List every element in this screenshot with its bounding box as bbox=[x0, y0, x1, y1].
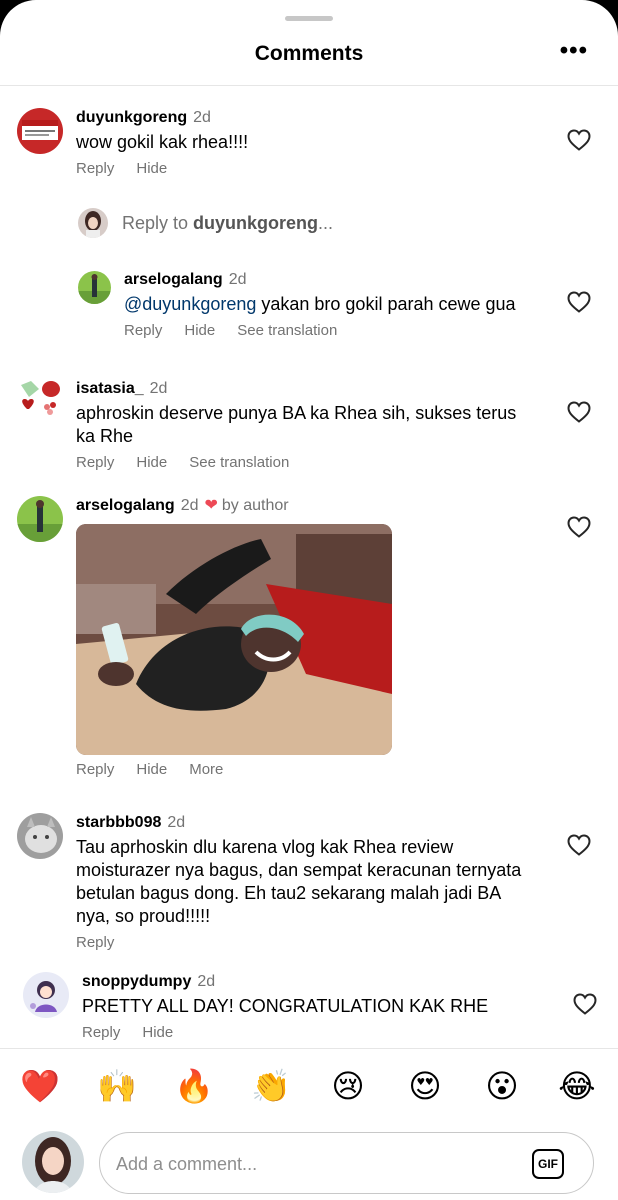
reply-button[interactable]: Reply bbox=[82, 1024, 120, 1041]
mention-link[interactable]: @duyunkgoreng bbox=[124, 294, 256, 314]
clapping-hands-emoji[interactable]: 👏 bbox=[251, 1066, 291, 1106]
timestamp: 2d bbox=[180, 497, 199, 514]
heart-icon[interactable] bbox=[567, 129, 591, 151]
username[interactable]: snoppydumpy bbox=[82, 973, 191, 990]
hide-button[interactable]: Hide bbox=[136, 454, 167, 471]
username[interactable]: arselogalang bbox=[124, 271, 223, 288]
reply-button[interactable]: Reply bbox=[76, 934, 114, 951]
header-divider bbox=[0, 85, 618, 86]
crying-face-emoji[interactable]: 😢 bbox=[328, 1066, 368, 1106]
drag-handle[interactable] bbox=[285, 16, 333, 21]
timestamp: 2d bbox=[193, 109, 211, 126]
hide-button[interactable]: Hide bbox=[184, 322, 215, 339]
comment-text: wow gokil kak rhea!!!! bbox=[76, 132, 249, 152]
heart-icon[interactable] bbox=[567, 401, 591, 423]
more-button[interactable]: More bbox=[189, 761, 223, 778]
avatar[interactable] bbox=[22, 1131, 84, 1193]
gif-button[interactable]: GIF bbox=[532, 1149, 564, 1179]
reply-prefix: Reply to bbox=[122, 213, 194, 233]
comment-photo[interactable] bbox=[76, 524, 392, 755]
reply-button[interactable]: Reply bbox=[76, 160, 114, 177]
username[interactable]: arselogalang bbox=[76, 497, 175, 514]
page-title: Comments bbox=[254, 42, 364, 65]
emoji-reaction-bar: ❤️ 🙌 🔥 👏 😢 😍 😮 😂 bbox=[0, 1066, 618, 1110]
timestamp: 2d bbox=[149, 380, 168, 397]
heart-icon[interactable] bbox=[567, 834, 591, 856]
avatar[interactable] bbox=[17, 496, 63, 542]
comment-composer: GIF bbox=[99, 1132, 594, 1194]
hide-button[interactable]: Hide bbox=[142, 1024, 173, 1041]
reply-target: duyunkgoreng bbox=[193, 213, 319, 233]
footer-divider bbox=[0, 1048, 618, 1049]
heart-icon[interactable] bbox=[573, 993, 597, 1015]
more-options-icon[interactable]: ••• bbox=[560, 39, 588, 63]
avatar[interactable] bbox=[23, 972, 69, 1018]
avatar[interactable] bbox=[17, 813, 63, 859]
reply-button[interactable]: Reply bbox=[124, 322, 162, 339]
liked-by-author-heart-icon: ❤ bbox=[204, 497, 218, 514]
avatar bbox=[78, 208, 108, 238]
reply-suffix: ... bbox=[318, 213, 334, 233]
by-author-badge: by author bbox=[221, 497, 289, 514]
surprised-face-emoji[interactable]: 😮 bbox=[482, 1066, 522, 1106]
username[interactable]: duyunkgoreng bbox=[76, 109, 187, 126]
tears-of-joy-emoji[interactable]: 😂 bbox=[557, 1066, 597, 1106]
hide-button[interactable]: Hide bbox=[136, 761, 167, 778]
reply-button[interactable]: Reply bbox=[76, 454, 114, 471]
heart-icon[interactable] bbox=[567, 516, 591, 538]
comment-text: aphroskin deserve punya BA ka Rhea sih, … bbox=[76, 403, 517, 446]
timestamp: 2d bbox=[228, 271, 247, 288]
hide-button[interactable]: Hide bbox=[136, 160, 167, 177]
fire-emoji[interactable]: 🔥 bbox=[174, 1066, 214, 1106]
comments-sheet: Comments ••• duyunkgoreng 2d wow gokil ka… bbox=[0, 0, 618, 1200]
avatar[interactable] bbox=[17, 108, 63, 154]
heart-icon[interactable] bbox=[567, 291, 591, 313]
comment-text: Tau aprhoskin dlu karena vlog kak Rhea r… bbox=[76, 837, 522, 926]
comment-text: yakan bro gokil parah cewe gua bbox=[256, 294, 516, 314]
reply-button[interactable]: Reply bbox=[76, 761, 114, 778]
raising-hands-emoji[interactable]: 🙌 bbox=[97, 1066, 137, 1106]
username[interactable]: isatasia_ bbox=[76, 380, 144, 397]
see-translation-button[interactable]: See translation bbox=[189, 454, 289, 471]
username[interactable]: starbbb098 bbox=[76, 814, 161, 831]
red-heart-emoji[interactable]: ❤️ bbox=[20, 1066, 60, 1106]
timestamp: 2d bbox=[197, 973, 216, 990]
comment-text: PRETTY ALL DAY! CONGRATULATION KAK RHE bbox=[82, 996, 489, 1016]
add-comment-input[interactable] bbox=[116, 1149, 516, 1179]
see-translation-button[interactable]: See translation bbox=[237, 322, 337, 339]
timestamp: 2d bbox=[167, 814, 186, 831]
avatar[interactable] bbox=[17, 379, 63, 425]
heart-eyes-emoji[interactable]: 😍 bbox=[405, 1066, 445, 1106]
avatar[interactable] bbox=[78, 271, 111, 304]
